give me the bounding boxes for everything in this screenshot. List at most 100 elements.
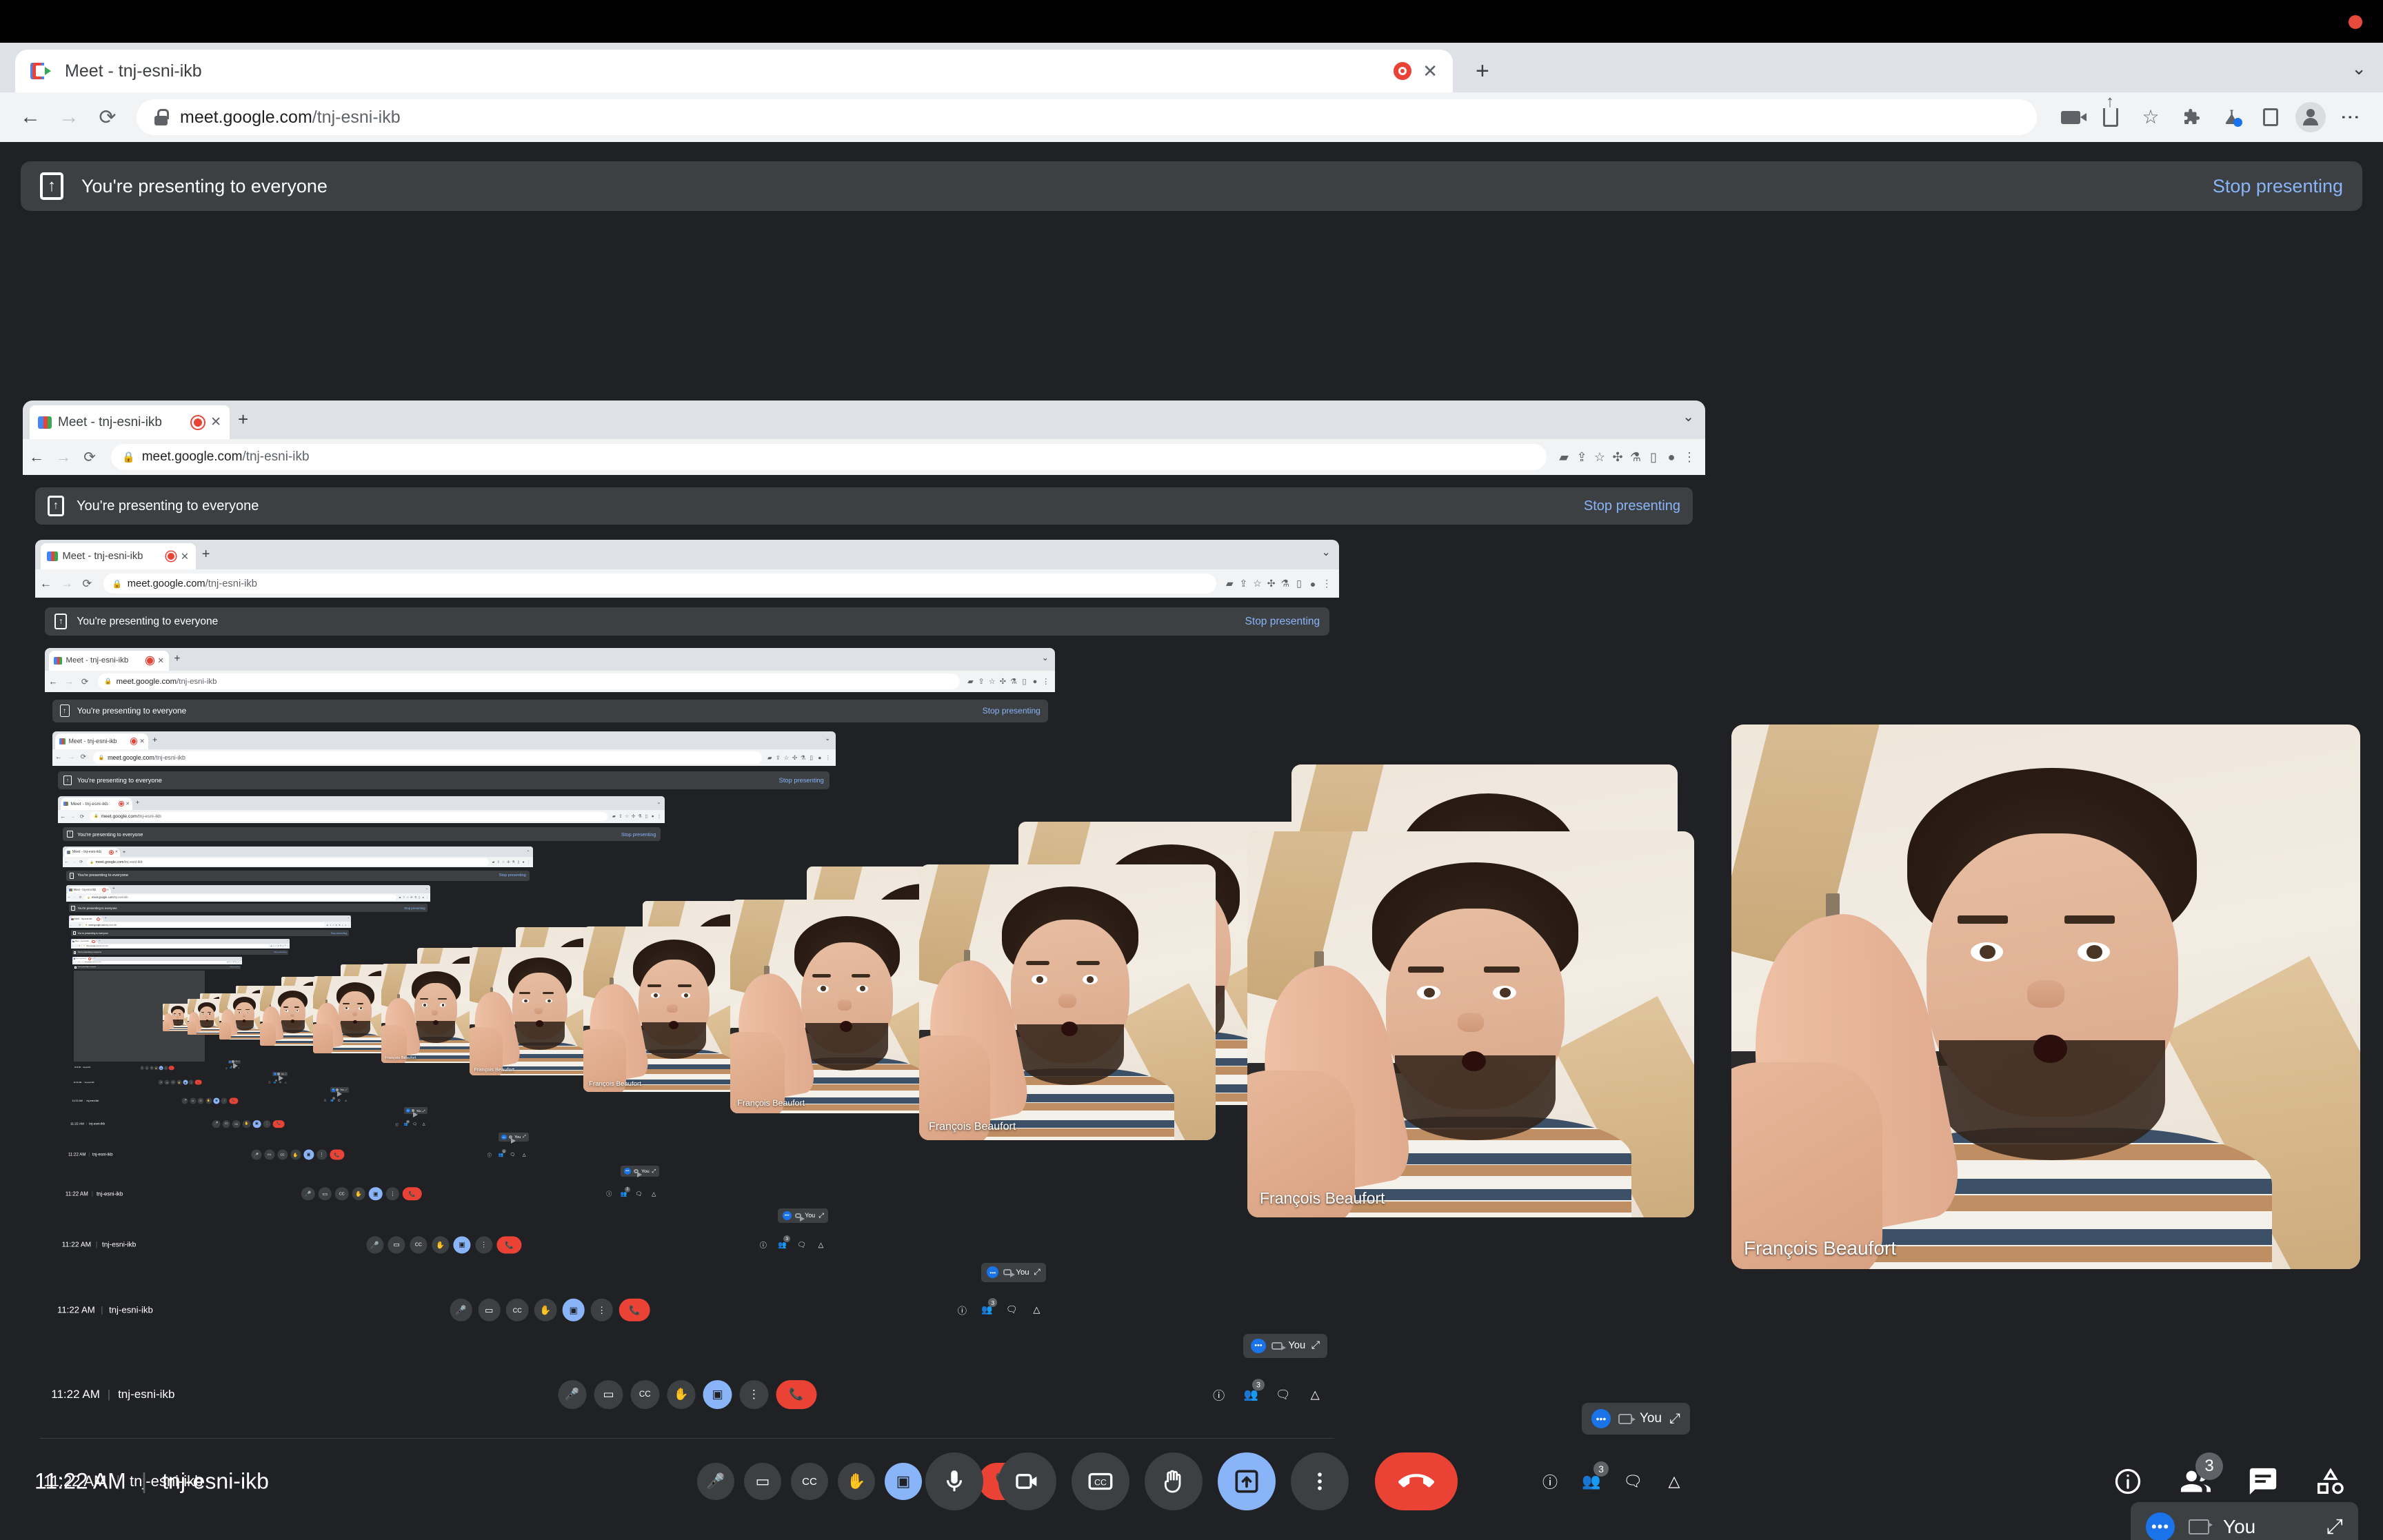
new-tab-button[interactable]: + (202, 547, 210, 561)
reload-button[interactable]: ⟳ (78, 962, 81, 963)
captions-button[interactable]: CC (630, 1380, 660, 1409)
chevron-down-icon[interactable]: ⌄ (2351, 58, 2366, 79)
expand-arrows-icon[interactable]: ⤢ (523, 1135, 525, 1139)
address-bar[interactable]: 🔒 meet.google.com/tnj-esni-ikb (83, 922, 325, 927)
meeting-details-button[interactable]: ⓘ (605, 1191, 613, 1198)
chat-button[interactable]: 🗨 (510, 1152, 516, 1157)
raise-hand-button[interactable]: ✋ (667, 1380, 696, 1409)
end-call-button[interactable] (1375, 1452, 1458, 1510)
self-view-pill[interactable]: ••• You ⤢ (272, 1072, 288, 1082)
end-call-button[interactable]: 📞 (496, 1236, 522, 1254)
meeting-details-button[interactable]: ⓘ (758, 1240, 768, 1250)
more-options-button[interactable]: ⋮ (475, 1236, 493, 1254)
raise-hand-button[interactable]: ✋ (177, 1080, 182, 1085)
bookmark-star-icon[interactable]: ☆ (1591, 450, 1609, 465)
participants-button[interactable]: 👥 3 (330, 1097, 335, 1102)
new-tab-button[interactable]: + (112, 887, 114, 891)
camera-button[interactable]: ▭ (145, 1066, 149, 1071)
meeting-details-button[interactable]: ⓘ (1211, 1386, 1227, 1402)
new-tab-button[interactable]: + (94, 958, 95, 960)
close-tab-icon[interactable]: ✕ (210, 414, 221, 430)
back-button[interactable]: ← (23, 448, 50, 466)
camera-button[interactable]: ▭ (594, 1380, 623, 1409)
close-tab-icon[interactable]: ✕ (95, 940, 97, 942)
microphone-button[interactable]: 🎤 (301, 1187, 315, 1201)
experiments-flask-icon[interactable]: ⚗ (636, 813, 643, 819)
more-options-button[interactable]: ⋮ (590, 1299, 613, 1321)
address-bar[interactable]: 🔒 meet.google.com/tnj-esni-ikb (111, 444, 1547, 470)
experiments-flask-icon[interactable]: ⚗ (511, 860, 516, 864)
camera-button[interactable]: ▭ (164, 1080, 170, 1085)
camera-button[interactable]: ▭ (318, 1187, 332, 1201)
side-panel-icon[interactable]: ▯ (516, 860, 521, 864)
chat-button[interactable]: 🗨 (1275, 1386, 1291, 1402)
present-now-button[interactable]: ▣ (159, 1066, 163, 1071)
stop-presenting-button[interactable]: Stop presenting (230, 966, 239, 968)
reload-button[interactable]: ⟳ (78, 895, 83, 900)
chat-button[interactable]: 🗨 (234, 1067, 236, 1069)
chevron-down-icon[interactable]: ⌄ (1042, 654, 1049, 662)
chrome-menu-icon[interactable]: ⋮ (656, 813, 662, 819)
microphone-button[interactable]: 🎤 (212, 1119, 221, 1128)
reload-button[interactable]: ⟳ (77, 813, 87, 820)
present-now-button[interactable]: ▣ (453, 1236, 471, 1254)
back-button[interactable]: ← (52, 753, 66, 761)
self-view-pill[interactable]: ••• You ⤢ (981, 1263, 1047, 1282)
present-now-button[interactable]: ▣ (562, 1299, 585, 1321)
self-view-pill[interactable]: ••• You ⤢ (498, 1133, 529, 1145)
end-call-button[interactable]: 📞 (229, 1097, 238, 1104)
reload-button[interactable]: ⟳ (78, 924, 82, 926)
captions-button[interactable]: CC (150, 1066, 154, 1071)
chrome-menu-icon[interactable]: ⋮ (1040, 677, 1052, 686)
close-tab-icon[interactable]: ✕ (91, 958, 92, 960)
stop-presenting-button[interactable]: Stop presenting (621, 831, 656, 838)
profile-avatar-icon[interactable]: ● (1029, 678, 1040, 686)
experiments-flask-icon[interactable]: ⚗ (799, 754, 807, 761)
participants-button[interactable]: 👥 3 (981, 1298, 998, 1316)
activities-button[interactable] (2313, 1463, 2349, 1499)
end-call-button[interactable]: 📞 (403, 1187, 422, 1201)
meeting-details-button[interactable]: ⓘ (323, 1099, 327, 1102)
captions-button[interactable]: CC (506, 1299, 529, 1321)
activities-button[interactable]: △ (816, 1240, 826, 1250)
chrome-menu-icon[interactable]: ⋮ (824, 754, 832, 761)
participants-button[interactable]: 👥 3 (499, 1148, 506, 1157)
self-view-pill[interactable]: ••• You ⤢ (778, 1208, 829, 1223)
back-button[interactable]: ← (69, 924, 74, 926)
participants-button[interactable]: 👥 3 (274, 1080, 277, 1084)
extensions-puzzle-icon[interactable]: ✣ (1609, 450, 1627, 465)
more-options-button[interactable]: ⋮ (163, 1066, 168, 1071)
participants-button[interactable]: 👥 3 (1243, 1379, 1265, 1402)
meeting-details-button[interactable]: ⓘ (956, 1304, 968, 1316)
side-panel-icon[interactable] (2251, 97, 2291, 137)
cast-video-icon[interactable]: ▰ (491, 860, 496, 864)
present-now-button[interactable]: ▣ (183, 1080, 188, 1085)
address-bar[interactable]: meet.google.com/tnj-esni-ikb (137, 99, 2037, 135)
microphone-button[interactable]: 🎤 (181, 1097, 188, 1104)
extensions-puzzle-icon[interactable]: ✣ (790, 754, 798, 761)
more-options-button[interactable]: ⋮ (739, 1380, 769, 1409)
address-bar[interactable]: 🔒 meet.google.com/tnj-esni-ikb (97, 673, 961, 690)
more-options-button[interactable]: ⋮ (189, 1080, 194, 1085)
experiments-flask-icon[interactable]: ⚗ (1278, 578, 1292, 589)
raise-hand-button[interactable]: ✋ (534, 1299, 557, 1321)
browser-tab[interactable]: Meet - tnj-esni-ikb ✕ (67, 886, 111, 894)
address-bar[interactable]: 🔒 meet.google.com/tnj-esni-ikb (90, 811, 608, 822)
extensions-puzzle-icon[interactable]: ✣ (1265, 578, 1278, 589)
captions-button[interactable]: CC (335, 1187, 349, 1201)
activities-button[interactable]: △ (650, 1191, 658, 1198)
experiments-flask-icon[interactable]: ⚗ (1627, 450, 1645, 465)
chrome-menu-icon[interactable]: ⋮ (286, 945, 288, 947)
chrome-menu-icon[interactable]: ⋮ (2331, 97, 2371, 137)
share-icon[interactable]: ⇪ (976, 677, 987, 686)
chevron-down-icon[interactable]: ⌄ (425, 886, 428, 890)
chat-button[interactable] (2245, 1463, 2281, 1499)
microphone-button[interactable]: 🎤 (366, 1236, 384, 1254)
back-button[interactable]: ← (35, 577, 57, 591)
expand-arrows-icon[interactable]: ⤢ (423, 1109, 425, 1113)
self-view-pill[interactable]: ••• You ⤢ (1243, 1333, 1327, 1359)
cast-video-icon[interactable]: ▰ (765, 754, 774, 761)
participants-button[interactable]: 👥 3 (620, 1186, 630, 1198)
reload-button[interactable]: ⟳ (77, 753, 90, 761)
chevron-down-icon[interactable]: ⌄ (1322, 547, 1331, 558)
